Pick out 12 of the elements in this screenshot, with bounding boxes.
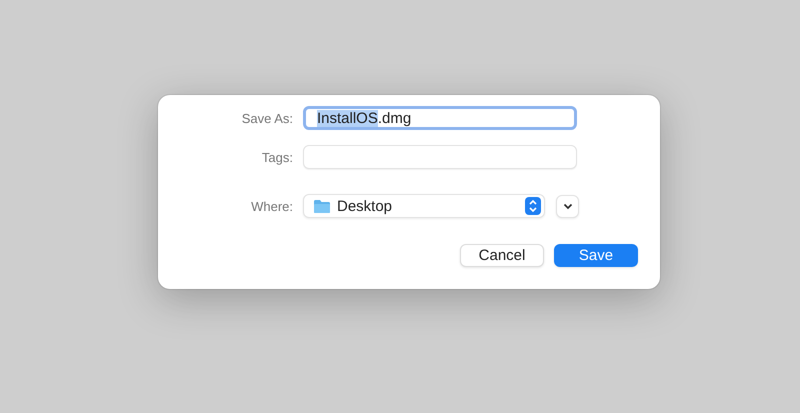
field-label: Save As: — [240, 110, 293, 126]
location-popup[interactable]: Desktop — [303, 194, 545, 218]
tags-field[interactable] — [303, 145, 577, 169]
chevron-icon — [562, 202, 572, 210]
expand-button[interactable] — [556, 194, 579, 218]
filename-field[interactable]: InstallOS.dmg — [303, 106, 577, 130]
field-label: Tags: — [260, 150, 293, 164]
save-button[interactable]: Save — [554, 244, 638, 267]
stepper-icon — [525, 197, 541, 215]
cancel-button[interactable]: Cancel — [460, 244, 544, 267]
folder-icon — [313, 198, 331, 214]
field-label: Where: — [250, 198, 293, 214]
